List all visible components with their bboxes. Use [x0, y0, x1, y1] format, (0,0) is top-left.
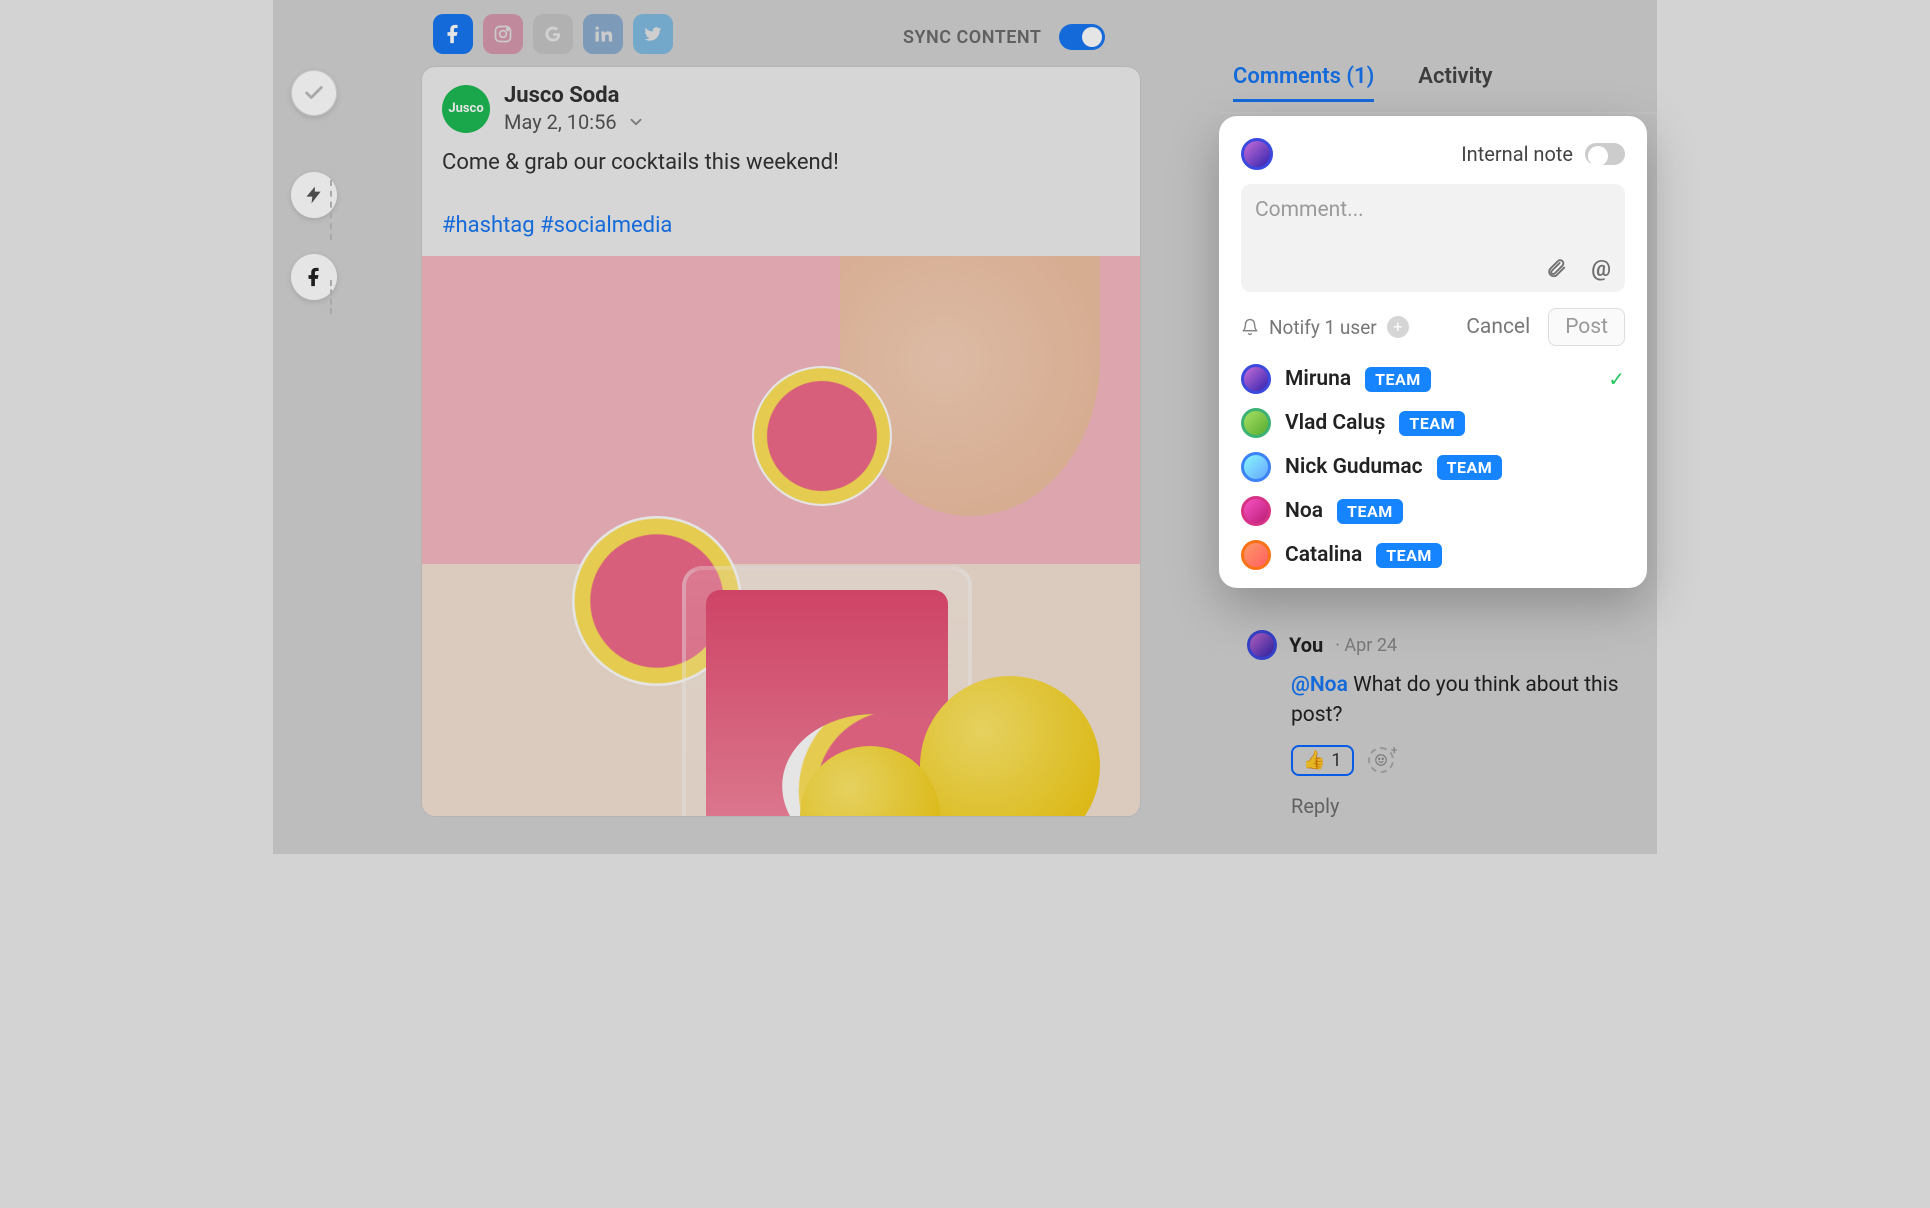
timeline-step-approved[interactable]: [291, 70, 337, 116]
comment-thread: You · Apr 24 @Noa What do you think abou…: [1247, 630, 1647, 818]
instagram-icon: [493, 24, 513, 44]
post-schedule-picker[interactable]: May 2, 10:56: [504, 110, 645, 134]
post-card: Jusco Jusco Soda May 2, 10:56 Come & gra…: [421, 66, 1141, 817]
attachment-icon[interactable]: [1545, 257, 1567, 279]
twitter-icon: [643, 24, 663, 44]
comment-input[interactable]: Comment... @: [1241, 184, 1625, 292]
post-date-value: May 2, 10:56: [504, 110, 617, 134]
chevron-down-icon: [627, 113, 645, 131]
bell-icon: [1241, 318, 1259, 336]
side-tabs: Comments (1) Activity: [1221, 64, 1657, 114]
network-twitter[interactable]: [633, 14, 673, 54]
post-text: Come & grab our cocktails this weekend!: [442, 150, 1120, 175]
user-row[interactable]: Noa TEAM: [1241, 496, 1625, 526]
user-name: Catalina: [1285, 543, 1362, 567]
team-badge: TEAM: [1337, 499, 1403, 524]
mention-icon[interactable]: @: [1591, 257, 1611, 282]
reply-button[interactable]: Reply: [1291, 794, 1647, 818]
notify-label: Notify 1 user: [1269, 316, 1377, 339]
network-switcher: [433, 14, 673, 54]
team-badge: TEAM: [1365, 367, 1431, 392]
reaction-thumbs-up[interactable]: 👍 1: [1291, 745, 1354, 776]
tab-activity[interactable]: Activity: [1418, 64, 1492, 100]
notify-user-list: Miruna TEAM ✓ Vlad Caluș TEAM Nick Gudum…: [1241, 364, 1625, 570]
internal-note-toggle[interactable]: [1585, 143, 1625, 165]
network-linkedin[interactable]: [583, 14, 623, 54]
team-badge: TEAM: [1399, 411, 1465, 436]
user-name: Noa: [1285, 499, 1323, 523]
account-name: Jusco Soda: [504, 83, 645, 108]
network-google[interactable]: [533, 14, 573, 54]
smile-icon: [1374, 753, 1388, 767]
user-avatar: [1241, 496, 1271, 526]
user-avatar: [1241, 540, 1271, 570]
sync-content-label: SYNC CONTENT: [903, 27, 1041, 48]
notify-users-row[interactable]: Notify 1 user +: [1241, 316, 1409, 339]
sync-content-row: SYNC CONTENT: [903, 24, 1105, 50]
comment-body: @Noa What do you think about this post?: [1291, 670, 1647, 731]
internal-note-label: Internal note: [1461, 142, 1573, 166]
user-row[interactable]: Miruna TEAM ✓: [1241, 364, 1625, 394]
lightning-icon: [304, 185, 324, 205]
user-name: Vlad Caluș: [1285, 411, 1385, 435]
team-badge: TEAM: [1376, 543, 1442, 568]
add-reaction-button[interactable]: [1368, 747, 1394, 773]
post-body[interactable]: Come & grab our cocktails this weekend! …: [422, 140, 1140, 256]
comment-date: · Apr 24: [1335, 635, 1397, 656]
user-row[interactable]: Nick Gudumac TEAM: [1241, 452, 1625, 482]
facebook-icon: [303, 266, 325, 288]
comment-mention[interactable]: @Noa: [1291, 673, 1348, 697]
team-badge: TEAM: [1437, 455, 1503, 480]
user-row[interactable]: Vlad Caluș TEAM: [1241, 408, 1625, 438]
cancel-button[interactable]: Cancel: [1466, 315, 1530, 339]
comment-composer-popover: Internal note Comment... @ Notify 1 user…: [1219, 116, 1647, 588]
network-facebook[interactable]: [433, 14, 473, 54]
user-avatar: [1241, 452, 1271, 482]
user-name: Miruna: [1285, 367, 1351, 391]
user-row[interactable]: Catalina TEAM: [1241, 540, 1625, 570]
user-name: Nick Gudumac: [1285, 455, 1423, 479]
composer-avatar: [1241, 138, 1273, 170]
post-button[interactable]: Post: [1548, 308, 1625, 346]
tab-comments[interactable]: Comments (1): [1233, 64, 1374, 102]
add-notify-user-button[interactable]: +: [1387, 316, 1409, 338]
sync-content-toggle[interactable]: [1059, 24, 1105, 50]
comment-avatar: [1247, 630, 1277, 660]
comment-author: You: [1289, 633, 1323, 657]
facebook-icon: [442, 23, 464, 45]
post-hashtags: #hashtag #socialmedia: [442, 213, 1120, 238]
selected-check-icon: ✓: [1608, 367, 1625, 391]
check-icon: [303, 82, 325, 104]
network-instagram[interactable]: [483, 14, 523, 54]
post-image[interactable]: [422, 256, 1140, 816]
user-avatar: [1241, 364, 1271, 394]
google-icon: [543, 24, 563, 44]
workflow-timeline: [291, 70, 339, 300]
linkedin-icon: [593, 24, 613, 44]
user-avatar: [1241, 408, 1271, 438]
comment-placeholder: Comment...: [1255, 198, 1364, 222]
account-avatar: Jusco: [442, 85, 490, 133]
